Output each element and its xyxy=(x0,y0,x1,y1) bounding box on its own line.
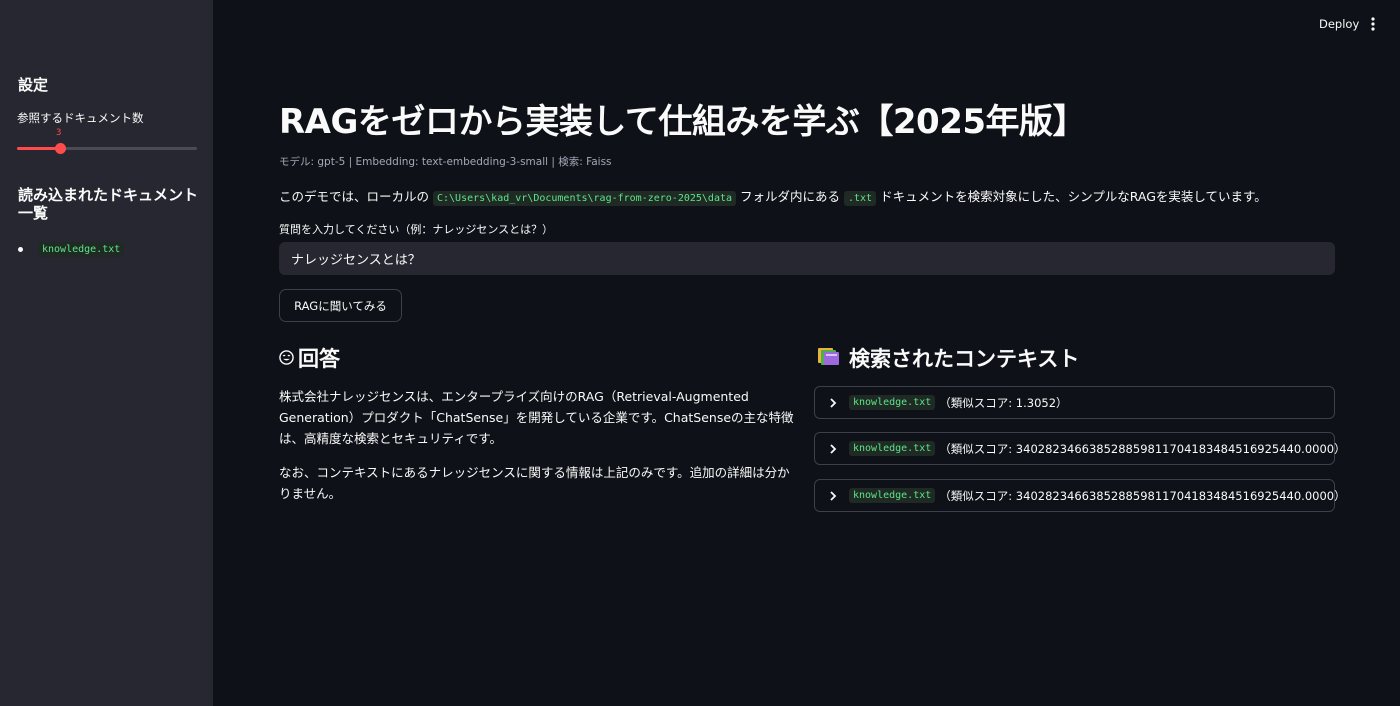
context-expander[interactable]: knowledge.txt （類似スコア: 340282346638528859… xyxy=(814,479,1346,512)
description-prefix: このデモでは、ローカルの xyxy=(279,189,430,204)
model-caption: モデル: gpt-5 | Embedding: text-embedding-3… xyxy=(279,156,612,168)
answer-header: 回答 xyxy=(279,343,340,373)
answer-paragraph: なお、コンテキストにあるナレッジセンスに関する情報は上記のみです。追加の詳細は分… xyxy=(279,465,790,501)
doc-filename: knowledge.txt xyxy=(38,242,125,257)
similarity-score: （類似スコア: 34028234663852885981170418348451… xyxy=(939,488,1346,503)
question-input[interactable] xyxy=(279,242,1335,275)
context-doc-name: knowledge.txt xyxy=(849,488,936,503)
smile-icon xyxy=(279,346,294,370)
slider-thumb[interactable] xyxy=(55,143,67,154)
description: このデモでは、ローカルの C:\Users\kad_vr\Documents\r… xyxy=(279,186,1267,206)
doc-count-slider-label: 参照するドキュメント数 xyxy=(17,111,144,125)
context-expander[interactable]: knowledge.txt （類似スコア: 1.3052） xyxy=(814,386,1335,419)
loaded-docs-list: knowledge.txt xyxy=(18,242,125,257)
loaded-docs-title: 読み込まれたドキュメント一覧 xyxy=(18,186,199,222)
chevron-right-icon xyxy=(829,486,837,505)
similarity-score: （類似スコア: 34028234663852885981170418348451… xyxy=(939,441,1346,456)
doc-count-slider-value: 3 xyxy=(56,128,62,138)
list-item: knowledge.txt xyxy=(18,242,125,257)
answer-paragraph: 株式会社ナレッジセンスは、エンタープライズ向けのRAG（Retrieval-Au… xyxy=(279,389,794,446)
page-title: RAGをゼロから実装して仕組みを学ぶ【2025年版】 xyxy=(279,102,1087,142)
answer-title: 回答 xyxy=(298,347,340,371)
bullet xyxy=(18,247,23,252)
data-folder-path: C:\Users\kad_vr\Documents\rag-from-zero-… xyxy=(433,191,737,206)
app-root: 設定 参照するドキュメント数 3 読み込まれたドキュメント一覧 knowledg… xyxy=(0,0,1400,706)
question-input-label: 質問を入力してください（例：ナレッジセンスとは？） xyxy=(279,223,554,236)
deploy-button[interactable]: Deploy xyxy=(1313,14,1365,34)
doc-count-slider[interactable] xyxy=(17,143,197,154)
context-expander[interactable]: knowledge.txt （類似スコア: 340282346638528859… xyxy=(814,432,1346,465)
context-doc-name: knowledge.txt xyxy=(849,395,936,410)
description-suffix: ドキュメントを検索対象にした、シンプルなRAGを実装しています。 xyxy=(880,189,1267,204)
more-vertical-icon[interactable] xyxy=(1367,16,1379,32)
context-doc-name: knowledge.txt xyxy=(849,441,936,456)
ask-rag-button[interactable]: RAGに聞いてみる xyxy=(279,289,402,322)
sidebar: 設定 参照するドキュメント数 3 読み込まれたドキュメント一覧 knowledg… xyxy=(0,0,213,706)
context-header: 検索されたコンテキスト xyxy=(817,343,1079,373)
books-icon xyxy=(817,345,841,372)
chevron-right-icon xyxy=(829,439,837,458)
context-title: 検索されたコンテキスト xyxy=(849,347,1080,371)
chevron-right-icon xyxy=(829,393,837,412)
similarity-score: （類似スコア: 1.3052） xyxy=(939,395,1068,410)
file-extension: .txt xyxy=(844,191,877,206)
settings-title: 設定 xyxy=(18,76,49,94)
description-middle: フォルダ内にある xyxy=(740,189,841,204)
slider-fill xyxy=(17,147,61,150)
